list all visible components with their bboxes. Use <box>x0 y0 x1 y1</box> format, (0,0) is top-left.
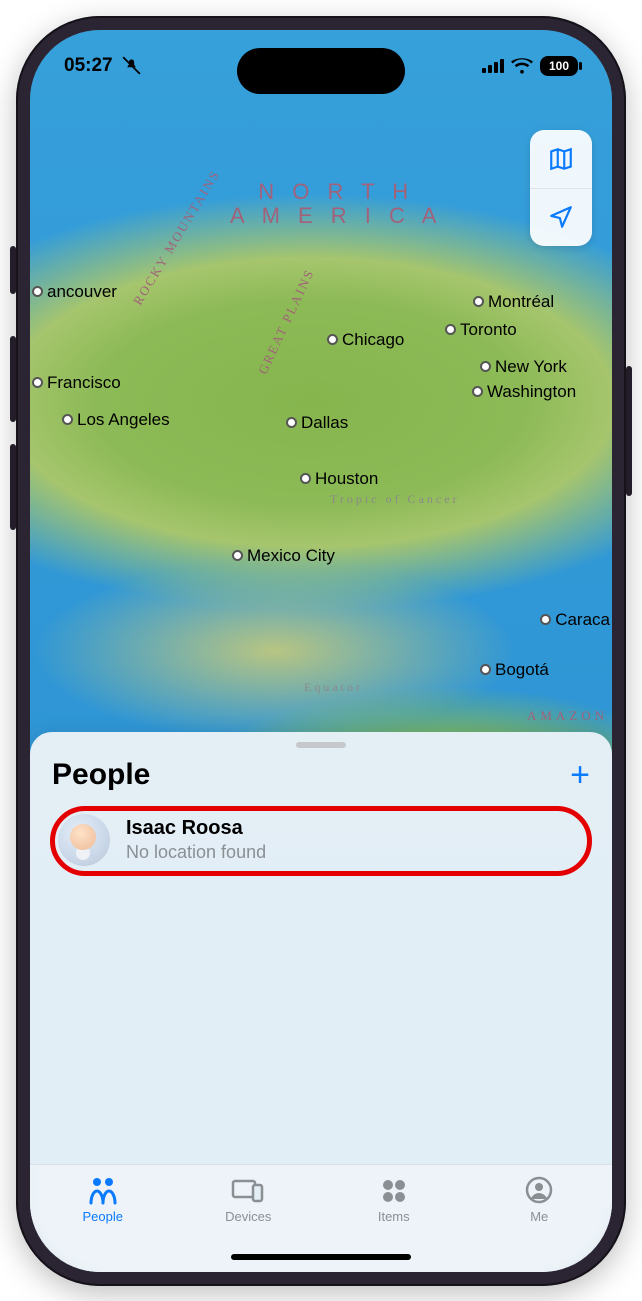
tab-devices[interactable]: Devices <box>176 1175 322 1224</box>
terrain-rocky: ROCKY MOUNTAINS <box>130 166 224 307</box>
city-francisco: Francisco <box>32 373 121 393</box>
mute-switch <box>10 246 16 294</box>
locate-me-button[interactable] <box>530 188 592 246</box>
battery-indicator: 100 <box>540 56 578 76</box>
tab-label: Devices <box>225 1209 271 1224</box>
city-chicago: Chicago <box>327 330 404 350</box>
volume-down-button <box>10 444 16 530</box>
city-washington: Washington <box>472 382 576 402</box>
continent-line2: A M E R I C A <box>230 203 442 228</box>
city-mexico-city: Mexico City <box>232 546 335 566</box>
tab-me[interactable]: Me <box>467 1175 613 1224</box>
terrain-amazon: AMAZON <box>527 708 608 724</box>
wifi-icon <box>511 58 533 74</box>
person-row-isaac-roosa[interactable]: Isaac Roosa No location found <box>44 806 598 876</box>
volume-up-button <box>10 336 16 422</box>
items-icon <box>377 1175 411 1205</box>
city-houston: Houston <box>300 469 378 489</box>
city-bogota: Bogotá <box>480 660 549 680</box>
add-person-button[interactable]: + <box>570 758 590 792</box>
terrain-plains: GREAT PLAINS <box>255 266 318 376</box>
tab-items[interactable]: Items <box>321 1175 467 1224</box>
tab-label: Items <box>378 1209 410 1224</box>
avatar <box>58 814 110 866</box>
tropic-line-label: Tropic of Cancer <box>330 492 460 507</box>
devices-icon <box>231 1175 265 1205</box>
power-button <box>626 366 632 496</box>
location-arrow-icon <box>548 204 574 230</box>
continent-line1: N O R T H <box>258 179 414 204</box>
city-toronto: Toronto <box>445 320 517 340</box>
person-subtitle: No location found <box>126 842 266 863</box>
people-sheet: People + Isaac Roosa No location found P… <box>30 732 612 1272</box>
city-los-angeles: Los Angeles <box>62 410 170 430</box>
phone-frame: 05:27 100 N O R T H <box>16 16 626 1286</box>
city-vancouver: ancouver <box>32 282 117 302</box>
screen: 05:27 100 N O R T H <box>30 30 612 1272</box>
tab-label: Me <box>530 1209 548 1224</box>
city-caracas: Caraca <box>540 610 610 630</box>
me-icon <box>522 1175 556 1205</box>
equator-line-label: Equator <box>304 680 363 695</box>
tab-label: People <box>83 1209 123 1224</box>
map-controls <box>530 130 592 246</box>
silent-mode-icon <box>121 55 142 76</box>
city-dallas: Dallas <box>286 413 348 433</box>
map-mode-button[interactable] <box>530 130 592 188</box>
home-indicator[interactable] <box>231 1254 411 1260</box>
people-icon <box>86 1175 120 1205</box>
person-name: Isaac Roosa <box>126 817 266 840</box>
map-continent-label: N O R T H A M E R I C A <box>230 180 442 228</box>
plus-icon: + <box>570 756 590 794</box>
dynamic-island <box>237 48 405 94</box>
sheet-title: People <box>52 758 150 792</box>
map-icon <box>548 146 574 172</box>
sheet-grabber[interactable] <box>296 742 346 748</box>
tab-people[interactable]: People <box>30 1175 176 1224</box>
status-time: 05:27 <box>64 55 113 77</box>
city-montreal: Montréal <box>473 292 554 312</box>
city-new-york: New York <box>480 357 567 377</box>
cellular-signal-icon <box>482 59 504 73</box>
